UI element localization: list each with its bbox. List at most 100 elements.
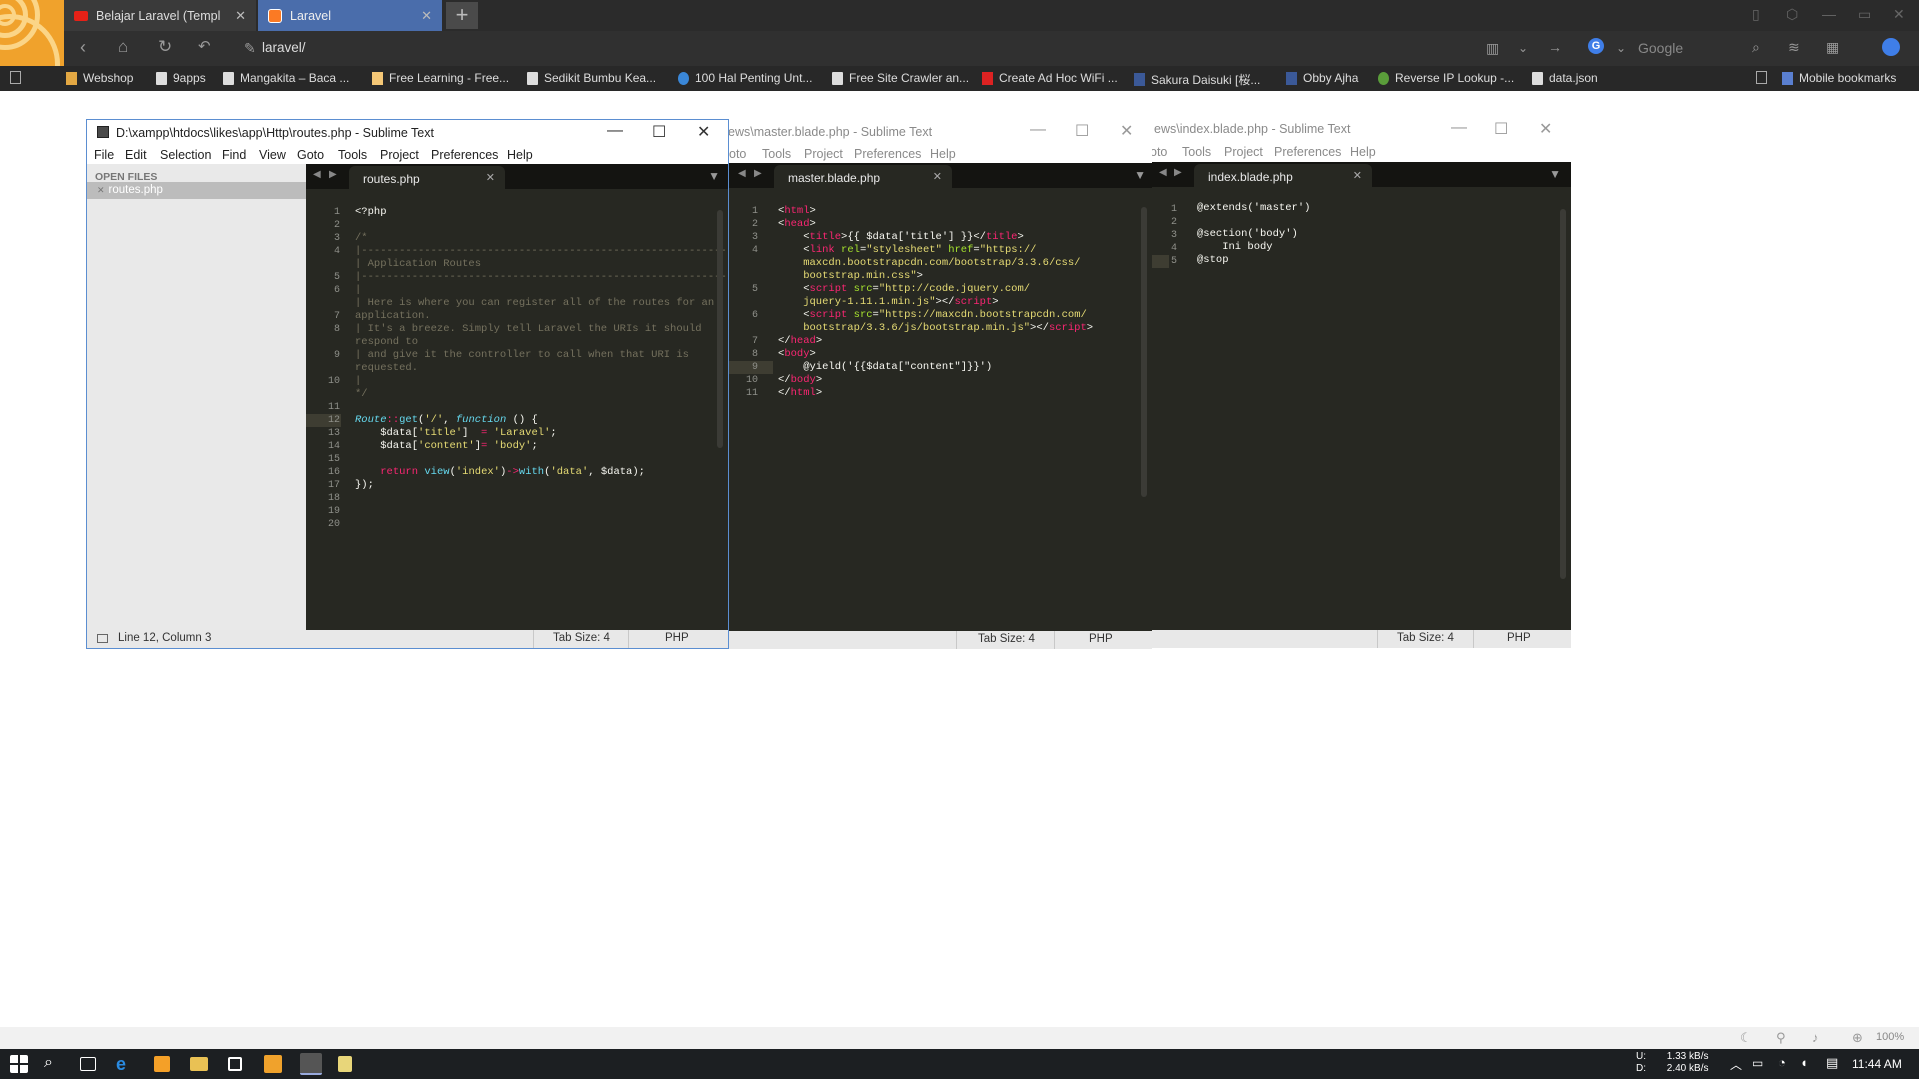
bookmark-mangakita[interactable]: Mangakita – Baca ...	[223, 71, 349, 85]
store-icon[interactable]	[228, 1057, 242, 1071]
battery-icon[interactable]: ▭	[1752, 1056, 1763, 1070]
system-clock[interactable]: 11:44 AM	[1852, 1057, 1902, 1071]
edge-icon[interactable]: e	[116, 1054, 136, 1074]
chevron-down-icon[interactable]: ⌄	[1518, 41, 1528, 55]
menu-help[interactable]: Help	[930, 147, 956, 161]
file-explorer-icon[interactable]	[190, 1057, 208, 1071]
syntax-indicator[interactable]: PHP	[665, 632, 689, 644]
speaker-icon[interactable]: ◖	[1800, 1055, 1808, 1070]
menu-project[interactable]: Project	[804, 147, 843, 161]
tab-size-indicator[interactable]: Tab Size: 4	[1397, 632, 1454, 644]
window-title-bar[interactable]: D:\xampp\htdocs\likes\app\Http\routes.ph…	[87, 120, 728, 146]
uc-browser-icon[interactable]	[264, 1055, 282, 1073]
maximize-icon[interactable]: ☐	[1075, 121, 1089, 141]
menu-preferences[interactable]: Preferences	[854, 147, 921, 161]
menu-help[interactable]: Help	[507, 148, 533, 162]
menu-goto[interactable]: oto	[729, 147, 746, 161]
shield-icon[interactable]: ⬡	[1786, 6, 1798, 23]
vertical-scrollbar[interactable]	[717, 210, 723, 448]
menu-goto[interactable]: Goto	[297, 148, 324, 162]
close-icon[interactable]: ✕	[1893, 6, 1905, 23]
zoom-level[interactable]: 100%	[1876, 1031, 1904, 1043]
code-editor-master[interactable]: <html> <head> <title>{{ $data['title'] }}…	[778, 205, 1093, 400]
menu-preferences[interactable]: Preferences	[431, 148, 498, 162]
close-icon[interactable]: ✕	[1539, 119, 1552, 139]
close-icon[interactable]: ✕	[1120, 121, 1133, 141]
sublime-window-routes[interactable]: D:\xampp\htdocs\likes\app\Http\routes.ph…	[86, 119, 729, 649]
page-actions-icon[interactable]: ⚲	[1776, 1030, 1786, 1046]
search-icon[interactable]: ⌕	[44, 1054, 64, 1074]
tab-right-arrow-icon[interactable]: ▶	[754, 168, 762, 179]
close-icon[interactable]: ✕	[697, 122, 710, 142]
action-center-icon[interactable]: ▤	[1826, 1055, 1838, 1071]
reading-list-icon[interactable]	[1756, 71, 1773, 84]
minimize-icon[interactable]: —	[1822, 6, 1836, 22]
bookmark-free-learning[interactable]: Free Learning - Free...	[372, 71, 509, 85]
tab-size-indicator[interactable]: Tab Size: 4	[978, 633, 1035, 645]
reload-icon[interactable]: ↻	[158, 37, 172, 57]
wifi-icon[interactable]: ≋	[1788, 39, 1800, 56]
menu-tools[interactable]: Tools	[762, 147, 791, 161]
reader-icon[interactable]: ▥	[1486, 40, 1499, 57]
sidebar-toggle-icon[interactable]: ▯	[1752, 6, 1760, 23]
menu-selection[interactable]: Selection	[160, 148, 211, 162]
xampp-icon[interactable]	[154, 1056, 170, 1072]
task-view-icon[interactable]	[80, 1057, 96, 1071]
menu-goto[interactable]: oto	[1150, 145, 1167, 159]
console-toggle-icon[interactable]	[97, 634, 108, 643]
bookmark-sedikit-bumbu[interactable]: Sedikit Bumbu Kea...	[527, 71, 656, 85]
search-input[interactable]: Google	[1638, 40, 1683, 56]
file-tab-master[interactable]: master.blade.php ✕	[774, 165, 952, 188]
close-tab-icon[interactable]: ✕	[933, 170, 942, 183]
back-icon[interactable]: ‹	[80, 37, 86, 58]
tab-dropdown-icon[interactable]: ▼	[1134, 168, 1146, 182]
new-tab-button[interactable]: +	[446, 2, 478, 29]
tab-right-arrow-icon[interactable]: ▶	[329, 169, 337, 180]
bookmark-site-crawler[interactable]: Free Site Crawler an...	[832, 71, 969, 85]
menu-help[interactable]: Help	[1350, 145, 1376, 159]
browser-logo-icon[interactable]	[0, 0, 64, 66]
window-title-bar[interactable]: ews\master.blade.php - Sublime Text — ☐ …	[728, 119, 1152, 145]
start-icon[interactable]	[10, 1055, 28, 1073]
chevron-down-icon[interactable]: ⌄	[1616, 41, 1626, 55]
sublime-window-master[interactable]: ews\master.blade.php - Sublime Text — ☐ …	[728, 119, 1152, 649]
close-tab-icon[interactable]: ✕	[235, 8, 246, 24]
sublime-window-index[interactable]: ews\index.blade.php - Sublime Text — ☐ ✕…	[1149, 117, 1571, 648]
menu-tools[interactable]: Tools	[338, 148, 367, 162]
tab-size-indicator[interactable]: Tab Size: 4	[553, 632, 610, 644]
menu-view[interactable]: View	[259, 148, 286, 162]
minimize-icon[interactable]: —	[1030, 121, 1046, 139]
file-tab-index[interactable]: index.blade.php ✕	[1194, 164, 1372, 187]
bookmark-sakura-daisuki[interactable]: Sakura Daisuki [桜...	[1134, 71, 1260, 88]
maximize-icon[interactable]: ☐	[1494, 119, 1508, 139]
close-tab-icon[interactable]: ✕	[1353, 169, 1362, 182]
tab-left-arrow-icon[interactable]: ◀	[1159, 167, 1167, 178]
volume-icon[interactable]: ♪	[1812, 1030, 1819, 1045]
bookmark-reverse-ip[interactable]: Reverse IP Lookup -...	[1378, 71, 1514, 85]
bookmark-ad-hoc-wifi[interactable]: Create Ad Hoc WiFi ...	[982, 71, 1118, 85]
tab-left-arrow-icon[interactable]: ◀	[313, 169, 321, 180]
close-file-icon[interactable]: ✕	[97, 185, 105, 195]
vertical-scrollbar[interactable]	[1560, 209, 1566, 579]
search-icon[interactable]: ⌕	[1752, 39, 1760, 56]
tab-right-arrow-icon[interactable]: ▶	[1174, 167, 1182, 178]
apps-grid-icon[interactable]: ▦	[1826, 39, 1839, 56]
wifi-icon[interactable]: ◔	[1778, 1055, 1786, 1070]
menu-project[interactable]: Project	[1224, 145, 1263, 159]
night-mode-icon[interactable]: ☾	[1740, 1030, 1752, 1046]
syntax-indicator[interactable]: PHP	[1507, 632, 1531, 644]
browser-tab-youtube[interactable]: Belajar Laravel (Templ ✕	[64, 0, 256, 31]
chevron-up-icon[interactable]: ︿	[1730, 1056, 1742, 1073]
notepad-icon[interactable]	[338, 1056, 352, 1072]
browser-tab-laravel[interactable]: Laravel ✕	[258, 0, 442, 31]
window-title-bar[interactable]: ews\index.blade.php - Sublime Text — ☐ ✕	[1149, 117, 1571, 143]
tab-dropdown-icon[interactable]: ▼	[708, 169, 720, 183]
menu-project[interactable]: Project	[380, 148, 419, 162]
mobile-bookmarks[interactable]: Mobile bookmarks	[1782, 71, 1896, 85]
tab-dropdown-icon[interactable]: ▼	[1549, 167, 1561, 181]
file-tab-routes[interactable]: routes.php ✕	[349, 166, 505, 189]
bookmark-100-hal[interactable]: 100 Hal Penting Unt...	[678, 71, 812, 85]
undo-close-icon[interactable]: ↶	[198, 37, 211, 55]
sublime-text-icon[interactable]	[300, 1053, 322, 1075]
home-icon[interactable]: ⌂	[118, 37, 128, 57]
